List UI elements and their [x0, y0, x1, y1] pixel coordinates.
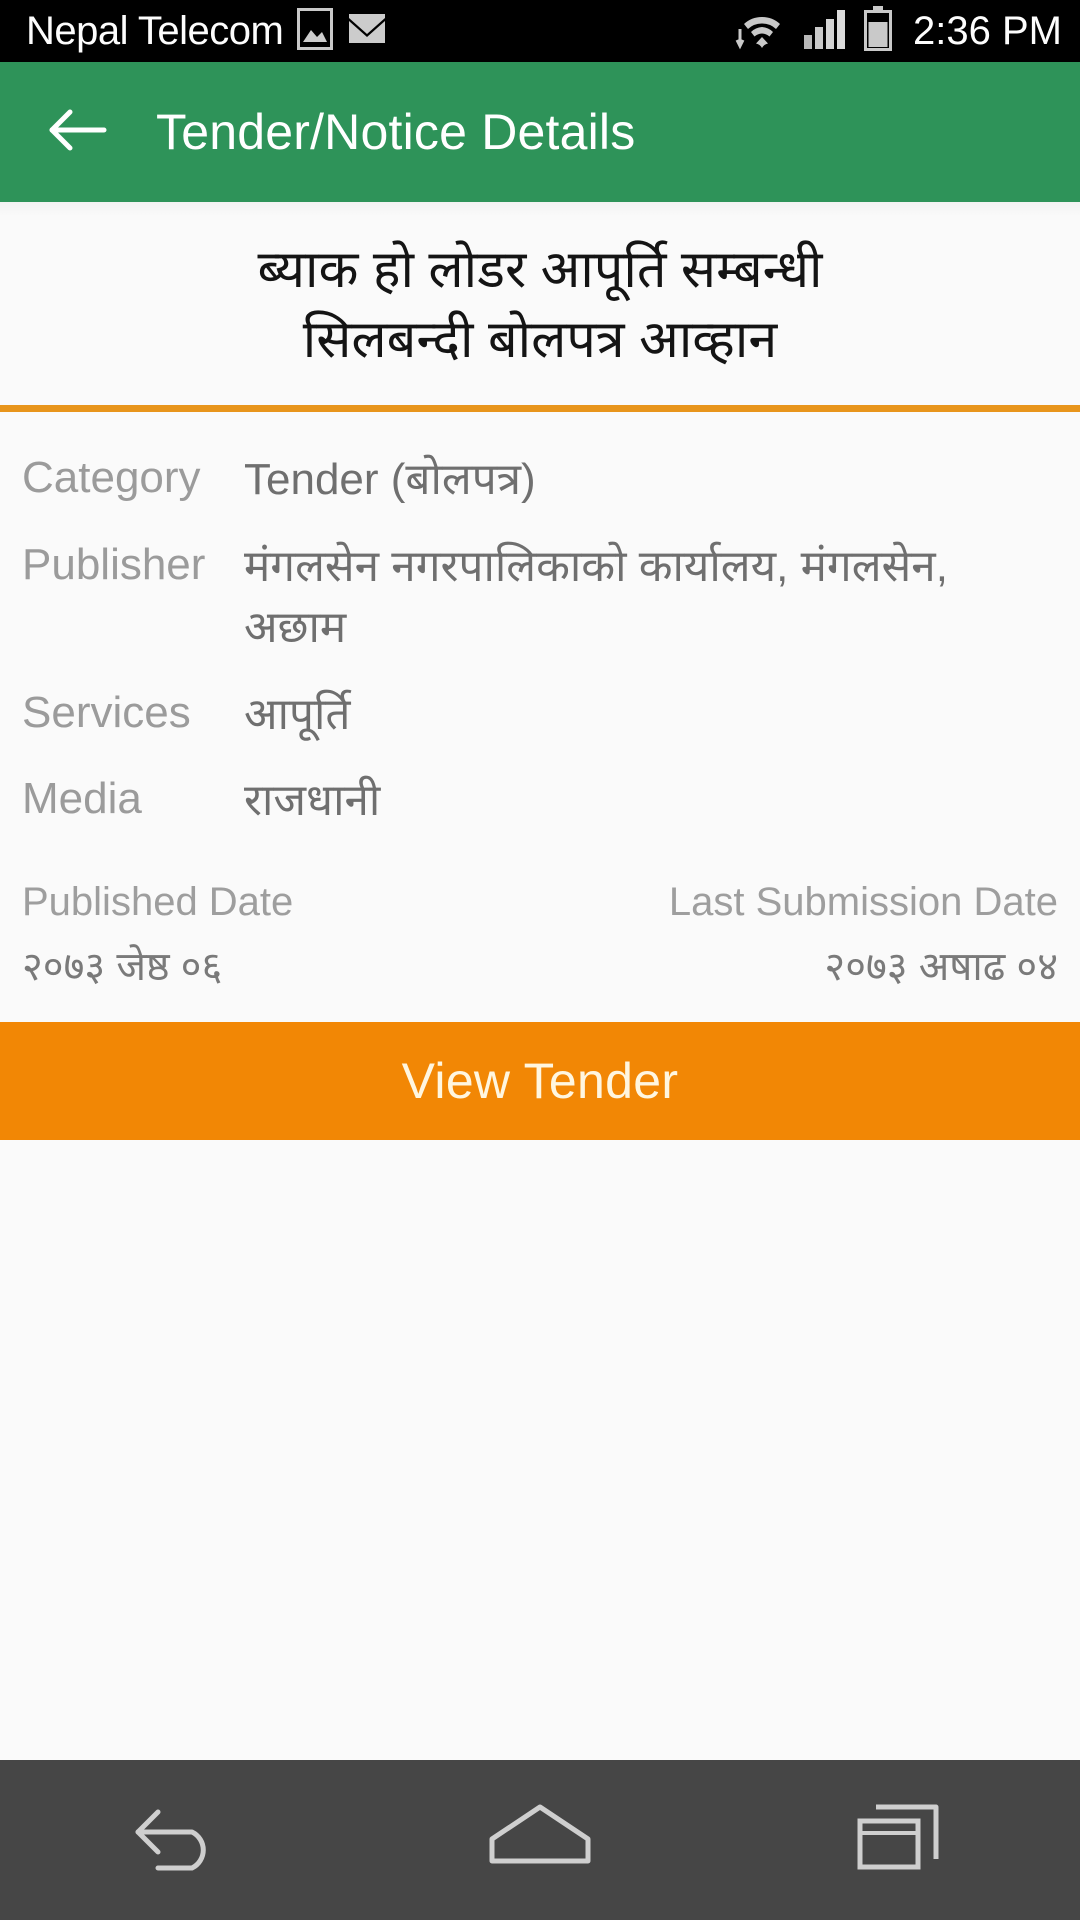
detail-label: Publisher	[22, 540, 206, 590]
nav-back-button[interactable]	[80, 1760, 280, 1920]
back-button[interactable]	[46, 100, 110, 164]
detail-row-publisher: Publisher मंगलसेन नगरपालिकाको कार्यालय, …	[22, 525, 1058, 672]
notice-title-line-2: सिलबन्दी बोलपत्र आव्हान	[302, 310, 778, 369]
submission-date-block: Last Submission Date २०७३ अषाढ ०४	[669, 880, 1058, 992]
submission-date-value: २०७३ अषाढ ०४	[824, 944, 1058, 989]
battery-icon	[863, 5, 893, 57]
submission-date-label: Last Submission Date	[668, 879, 1058, 924]
notice-title: ब्याक हो लोडर आपूर्ति सम्बन्धी सिलबन्दी …	[0, 202, 1080, 406]
screenshot-image-icon	[297, 7, 334, 55]
detail-row-media: Media राजधानी	[22, 759, 1058, 846]
detail-row-category: Category Tender (बोलपत्र)	[22, 438, 1058, 525]
cellular-signal-icon	[803, 7, 849, 56]
wifi-icon	[735, 7, 789, 56]
status-bar-right: 2:36 PM	[735, 5, 1062, 57]
page-title: Tender/Notice Details	[156, 104, 636, 160]
android-nav-bar	[0, 1760, 1080, 1920]
empty-space	[0, 1139, 1080, 1680]
email-envelope-icon	[347, 12, 387, 51]
details-list: Category Tender (बोलपत्र) Publisher मंगल…	[0, 412, 1080, 846]
published-date-block: Published Date २०७३ जेष्ठ ०६	[22, 880, 293, 992]
detail-label: Services	[22, 687, 191, 737]
published-date-value: २०७३ जेष्ठ ०६	[22, 944, 223, 989]
content-area: ब्याक हो लोडर आपूर्ति सम्बन्धी सिलबन्दी …	[0, 202, 1080, 1680]
status-bar: Nepal Telecom 2:36 PM	[0, 0, 1080, 62]
app-bar: Tender/Notice Details	[0, 62, 1080, 202]
view-tender-button[interactable]: View Tender	[0, 1021, 1080, 1140]
dates-section: Published Date २०७३ जेष्ठ ०६ Last Submis…	[0, 846, 1080, 1022]
detail-value: आपूर्ति	[244, 689, 351, 739]
detail-value: राजधानी	[244, 776, 381, 826]
status-bar-left: Nepal Telecom	[26, 7, 387, 55]
nav-home-button[interactable]	[440, 1760, 640, 1920]
nav-recents-icon	[852, 1797, 948, 1884]
phone-screen: Nepal Telecom 2:36 PM Tender/Notice Deta…	[0, 0, 1080, 1920]
carrier-label: Nepal Telecom	[26, 8, 284, 53]
published-date-label: Published Date	[22, 879, 294, 924]
view-tender-label: View Tender	[401, 1052, 679, 1109]
detail-value: मंगलसेन नगरपालिकाको कार्यालय, मंगलसेन, अ…	[244, 542, 948, 652]
accent-divider	[0, 405, 1080, 413]
detail-label: Category	[22, 453, 201, 503]
detail-label: Media	[22, 774, 142, 824]
nav-home-icon	[484, 1799, 596, 1882]
clock-label: 2:36 PM	[913, 8, 1062, 53]
detail-row-services: Services आपूर्ति	[22, 673, 1058, 760]
nav-back-icon	[126, 1798, 234, 1883]
back-arrow-icon	[48, 107, 108, 158]
nav-recents-button[interactable]	[800, 1760, 1000, 1920]
detail-value: Tender (बोलपत्र)	[244, 455, 536, 505]
notice-title-line-1: ब्याक हो लोडर आपूर्ति सम्बन्धी	[257, 241, 823, 299]
